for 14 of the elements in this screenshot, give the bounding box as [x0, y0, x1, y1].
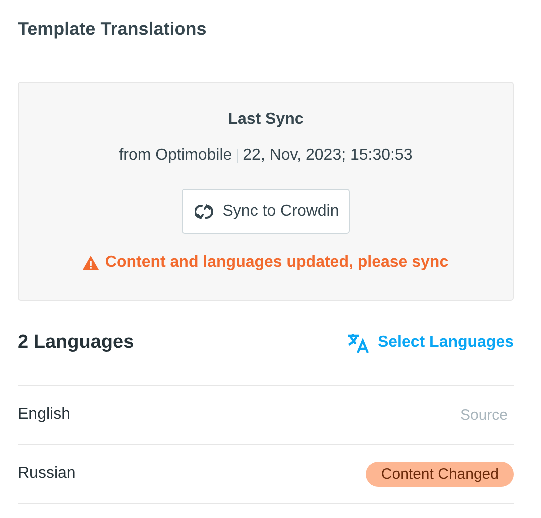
sync-timestamp: 22, Nov, 2023; 15:30:53 — [243, 147, 413, 165]
warning-message: Content and languages updated, please sync — [105, 254, 449, 272]
sync-icon — [194, 202, 213, 220]
sync-button[interactable]: Sync to Crowdin — [182, 189, 350, 234]
sync-heading: Last Sync — [228, 111, 304, 129]
warning-icon — [83, 256, 100, 270]
page-title: Template Translations — [18, 18, 208, 41]
languages-count: 2 Languages — [18, 332, 134, 354]
status-badge: Content Changed — [366, 462, 514, 486]
translate-icon — [346, 332, 370, 354]
status-label: Source — [460, 406, 508, 424]
language-name: Russian — [18, 465, 76, 483]
language-name: English — [18, 406, 70, 424]
sync-source: from Optimobile — [119, 147, 232, 165]
